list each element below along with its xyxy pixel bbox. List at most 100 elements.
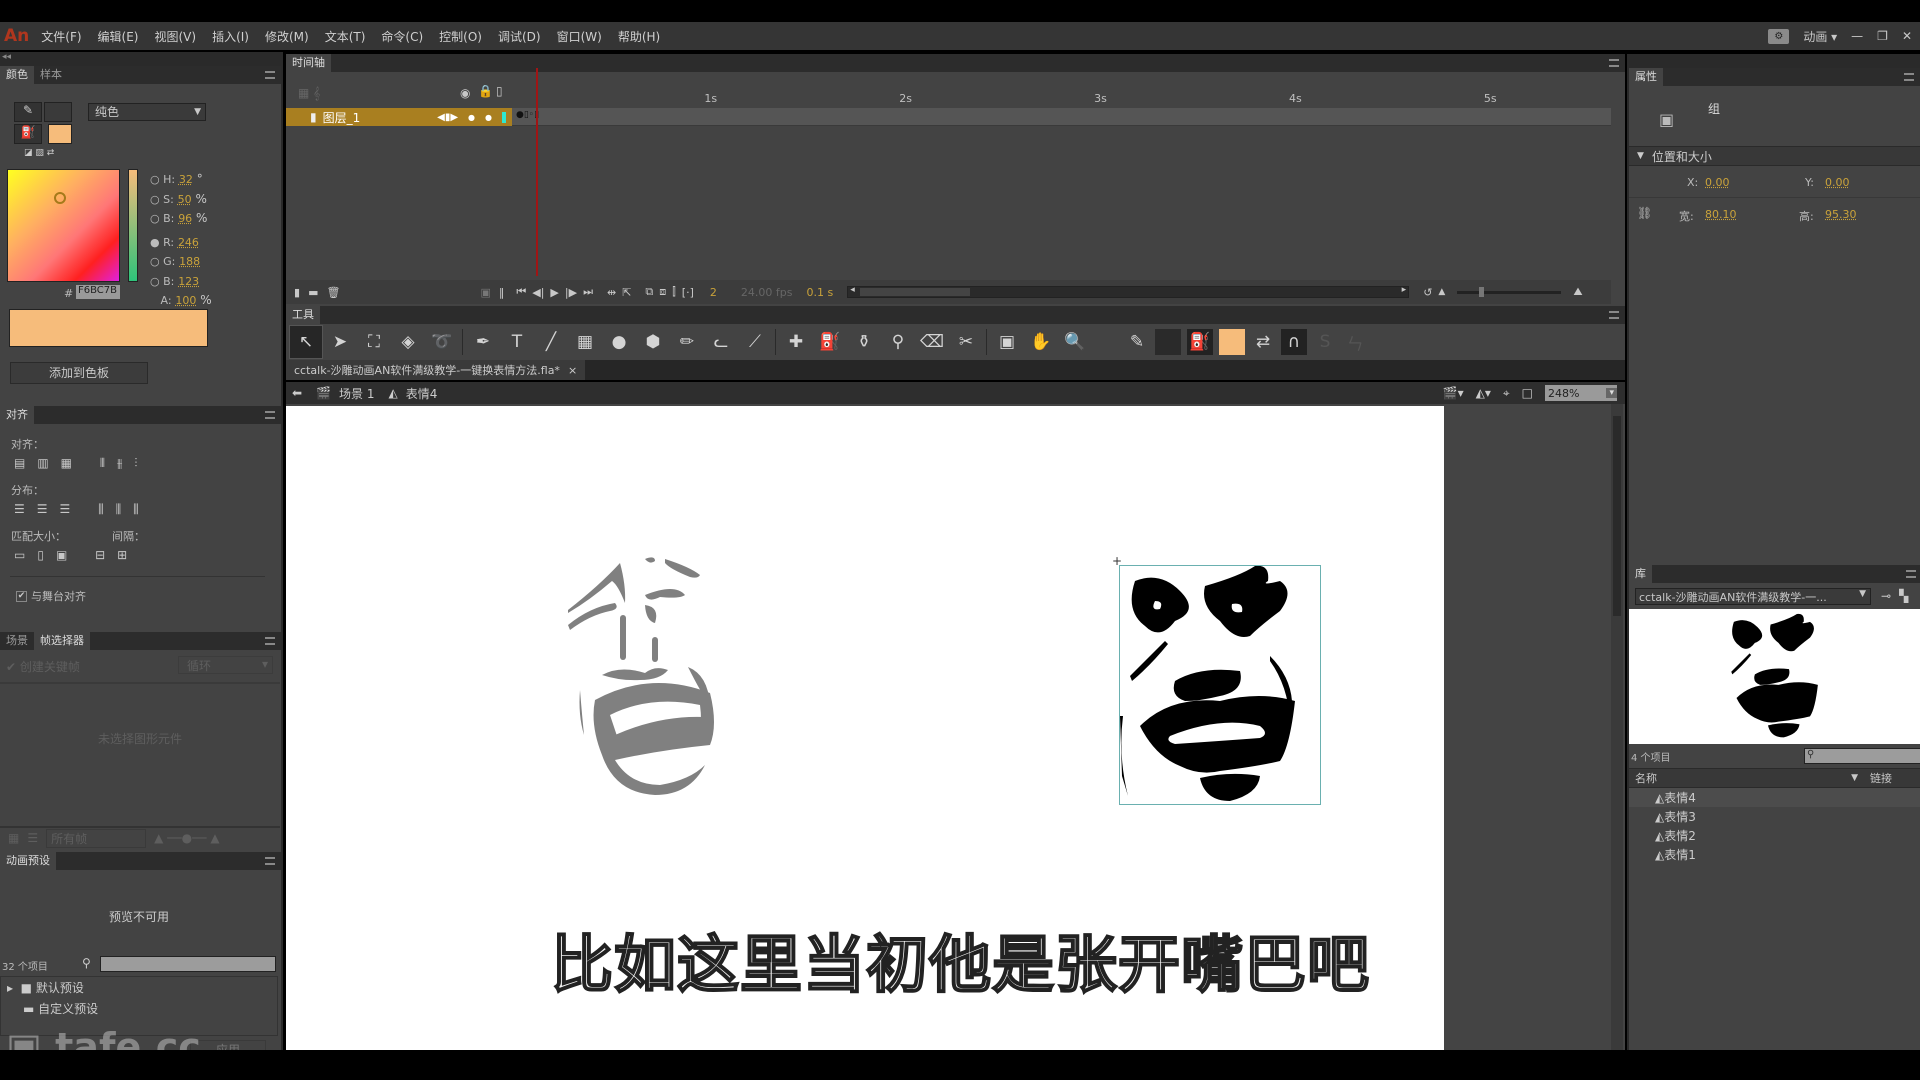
panel-menu-icon[interactable] <box>1904 73 1914 81</box>
menu-item[interactable]: 窗口(W) <box>557 28 602 45</box>
workspace-switcher[interactable]: 动画 ▾ <box>1803 28 1837 45</box>
panel-menu-icon[interactable] <box>1906 570 1916 578</box>
tab-tools[interactable]: 工具 <box>286 306 320 324</box>
eraser-tool-icon[interactable]: ⌫ <box>915 325 949 359</box>
column-linkage[interactable]: 链接 <box>1870 770 1892 786</box>
panel-menu-icon[interactable] <box>265 857 275 865</box>
sort-icon[interactable]: ▼ <box>1851 773 1858 783</box>
tab-library[interactable]: 库 <box>1629 565 1652 583</box>
text-tool-icon[interactable]: T <box>500 325 534 359</box>
zoom-dropdown[interactable]: 248% ▾ <box>1545 385 1617 401</box>
edit-symbol-icon[interactable]: ◭▾ <box>1476 386 1491 400</box>
scroll-left-icon[interactable]: ◂ <box>850 285 855 295</box>
add-to-swatches-button[interactable]: 添加到色板 <box>10 362 148 384</box>
first-frame-icon[interactable]: ⏮ <box>516 285 526 299</box>
subselection-tool-icon[interactable]: ➤ <box>323 325 357 359</box>
close-button[interactable]: ✕ <box>1902 29 1912 43</box>
polystar-tool-icon[interactable]: ⬢ <box>636 325 670 359</box>
zoom-out-icon[interactable]: ▲ <box>1438 287 1445 297</box>
hue-value[interactable]: 32 <box>179 173 193 186</box>
frame-rate[interactable]: 24.00 fps <box>741 286 793 299</box>
saturation-value[interactable]: 50 <box>178 193 192 206</box>
gamepad-icon[interactable]: ⚙ <box>1768 29 1789 44</box>
reset-zoom-icon[interactable]: ↺ <box>1423 286 1432 299</box>
menu-item[interactable]: 控制(O) <box>439 28 482 45</box>
panel-menu-icon[interactable] <box>265 71 275 79</box>
tree-item-custom-presets[interactable]: ▬ 自定义预设 <box>1 998 277 1019</box>
tab-frame-picker[interactable]: 帧选择器 <box>34 632 90 650</box>
minimize-button[interactable]: — <box>1851 29 1863 43</box>
library-document-dropdown[interactable]: cctalk-沙雕动画AN软件满级教学-一... ▼ <box>1635 588 1871 605</box>
step-back-icon[interactable]: ◀| <box>532 286 544 299</box>
step-forward-icon[interactable]: |▶ <box>565 286 577 299</box>
tab-motion-presets[interactable]: 动画预设 <box>0 852 56 870</box>
blue-value[interactable]: 123 <box>178 275 199 288</box>
link-icon[interactable]: ⛓ <box>1637 206 1652 220</box>
lock-dot[interactable]: ● <box>485 113 492 122</box>
pin-icon[interactable]: ⊸ <box>1881 589 1891 603</box>
onion-skin-icon[interactable]: ⧉ <box>645 285 653 299</box>
selection-tool-icon[interactable]: ↖ <box>289 325 323 359</box>
stroke-eyedropper-icon[interactable]: ✎ <box>1122 325 1152 359</box>
layer-row[interactable]: ▮ 图层_1 ◀▮▶ ● ● <box>286 108 512 126</box>
delete-layer-icon[interactable]: 🗑 <box>326 286 340 299</box>
clip-stage-icon[interactable]: □ <box>1522 386 1533 400</box>
fill-bucket-icon[interactable]: ⛽ <box>14 124 42 144</box>
show-hide-all-icon[interactable]: ◉ <box>460 86 470 100</box>
tab-properties[interactable]: 属性 <box>1629 68 1663 86</box>
tab-align[interactable]: 对齐 <box>0 406 34 424</box>
3d-rotation-tool-icon[interactable]: ◈ <box>391 325 425 359</box>
center-frame-icon[interactable]: ⇱ <box>622 286 631 299</box>
swap-colors-icon[interactable]: ◪ ▨ ⇄ <box>24 148 54 158</box>
edit-scene-icon[interactable]: 🎬▾ <box>1443 386 1464 400</box>
breadcrumb-symbol[interactable]: 表情4 <box>406 385 438 402</box>
zoom-tool-icon[interactable]: 🔍 <box>1058 325 1092 359</box>
y-value[interactable]: 0.00 <box>1825 176 1850 189</box>
tab-scene[interactable]: 场景 <box>0 632 34 650</box>
collapse-icon[interactable]: ◂◂ <box>0 52 281 66</box>
new-library-panel-icon[interactable]: ▚ <box>1899 589 1908 603</box>
outline-all-icon[interactable]: ▯ <box>496 84 503 98</box>
menu-item[interactable]: 命令(C) <box>381 28 423 45</box>
camera-icon[interactable]: ▣ <box>480 286 490 299</box>
panel-menu-icon[interactable] <box>1609 59 1619 67</box>
edit-multiple-icon[interactable]: ⫿ <box>672 285 676 299</box>
create-keyframe-checkbox[interactable]: ✔ 创建关键帧 <box>6 658 80 675</box>
smooth-icon[interactable]: S <box>1310 325 1340 359</box>
timeline-ruler[interactable]: ▦ 𝄞 ◉ 🔒 ▯ 151015202530354045505560657075… <box>286 72 1611 108</box>
free-transform-tool-icon[interactable]: ⛶ <box>357 325 391 359</box>
match-size-buttons[interactable]: ▭▯▣ ⊟⊞ <box>14 548 139 562</box>
distribute-buttons[interactable]: ☰☰☰ ⫼⫼⫼ <box>14 502 151 517</box>
fill-type-dropdown[interactable]: 纯色 ▼ <box>88 103 206 121</box>
height-value[interactable]: 95.30 <box>1825 208 1857 221</box>
back-arrow-icon[interactable]: ⬅ <box>292 386 302 400</box>
lock-all-icon[interactable]: 🔒 <box>478 84 493 98</box>
brush-tool-icon[interactable]: ⟋ <box>738 325 772 359</box>
loop-dropdown[interactable]: 循环 ▾ <box>178 656 273 674</box>
eyedropper-tool-icon[interactable]: ⚲ <box>881 325 915 359</box>
panel-menu-icon[interactable] <box>265 637 275 645</box>
color-picker-cursor[interactable] <box>54 192 66 204</box>
line-tool-icon[interactable]: ╱ <box>534 325 568 359</box>
library-item[interactable]: ◭ 表情4 <box>1629 788 1920 807</box>
tab-timeline[interactable]: 时间轴 <box>286 54 331 72</box>
x-value[interactable]: 0.00 <box>1705 176 1730 189</box>
document-tab[interactable]: cctalk-沙雕动画AN软件满级教学-一键换表情方法.fla* × <box>286 360 585 380</box>
fill-bucket-icon[interactable]: ⛽ <box>1187 329 1213 355</box>
menu-item[interactable]: 调试(D) <box>498 28 541 45</box>
oval-tool-icon[interactable]: ● <box>602 325 636 359</box>
scroll-thumb[interactable] <box>860 288 970 296</box>
zoom-in-icon[interactable]: ⛰ <box>1573 285 1582 299</box>
layer-depth-icon[interactable]: ‖ <box>499 286 505 299</box>
tree-item-default-presets[interactable]: ▸ ■ 默认预设 <box>1 977 277 998</box>
library-search-input[interactable]: ⚲ <box>1804 748 1920 764</box>
paint-bucket-tool-icon[interactable]: ⛽ <box>813 325 847 359</box>
tab-swatches[interactable]: 样本 <box>34 66 68 84</box>
hue-slider[interactable] <box>128 169 138 282</box>
slider-thumb[interactable] <box>1479 287 1484 297</box>
new-layer-icon[interactable]: ▮ <box>294 286 300 299</box>
snap-to-objects-icon[interactable]: ∩ <box>1281 329 1307 355</box>
stage-vscrollbar[interactable] <box>1611 404 1623 1050</box>
timeline-zoom-slider[interactable] <box>1457 291 1561 294</box>
menu-item[interactable]: 修改(M) <box>265 28 309 45</box>
